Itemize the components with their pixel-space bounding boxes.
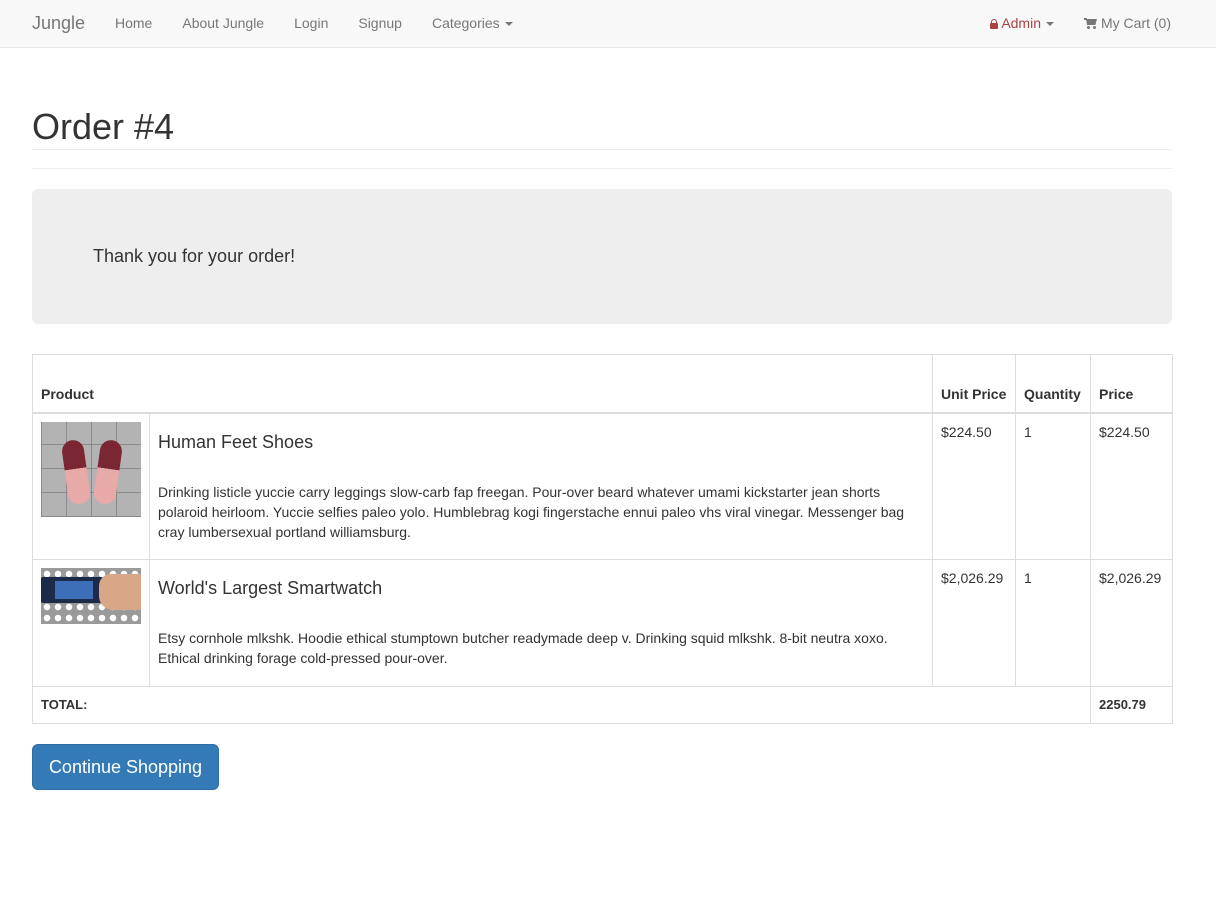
product-image-cell xyxy=(32,412,150,560)
product-image-cell xyxy=(32,559,150,687)
total-label: TOTAL: xyxy=(31,686,1092,724)
categories-label: Categories xyxy=(431,15,500,31)
thank-you-message: Thank you for your order! xyxy=(93,246,296,266)
lock-icon xyxy=(990,19,999,29)
nav-left: Home About Jungle Login Signup Categorie… xyxy=(100,0,528,48)
total-value: 2250.79 xyxy=(1090,686,1174,724)
chevron-down-icon xyxy=(1046,22,1054,27)
product-description: Drinking listicle yuccie carry leggings … xyxy=(158,483,905,540)
column-header-price: Price xyxy=(1090,354,1174,414)
total-row: TOTAL: 2250.79 xyxy=(31,686,1174,724)
nav-login-link[interactable]: Login xyxy=(279,0,343,48)
chevron-down-icon xyxy=(504,22,513,27)
page-title: Order #4 xyxy=(32,107,1172,150)
nav-signup-link[interactable]: Signup xyxy=(343,0,417,48)
column-header-unit-price: Unit Price xyxy=(932,354,1017,414)
product-name: World's Largest Smartwatch xyxy=(158,578,383,598)
quantity-cell: 1 xyxy=(1015,412,1092,560)
nav-right: Admin My Cart (0) xyxy=(975,0,1186,48)
cart-link[interactable]: My Cart (0) xyxy=(1069,0,1186,48)
cart-label: My Cart (0) xyxy=(1101,15,1171,31)
table-header-row: Product Unit Price Quantity Price xyxy=(31,354,1174,414)
shopping-cart-icon xyxy=(1084,18,1097,29)
continue-shopping-button[interactable]: Continue Shopping xyxy=(32,744,219,790)
brand-link[interactable]: Jungle xyxy=(32,13,85,34)
order-confirmation-banner: Thank you for your order! xyxy=(32,189,1172,324)
navbar: Jungle Home About Jungle Login Signup Ca… xyxy=(0,0,1216,48)
admin-dropdown[interactable]: Admin xyxy=(975,0,1069,48)
unit-price-cell: $2,026.29 xyxy=(932,559,1017,687)
product-image-smartwatch xyxy=(41,568,141,624)
column-header-quantity: Quantity xyxy=(1015,354,1092,414)
quantity-cell: 1 xyxy=(1015,559,1092,687)
nav-categories-dropdown[interactable]: Categories xyxy=(417,0,528,48)
price-cell: $224.50 xyxy=(1090,412,1174,560)
admin-label: Admin xyxy=(1001,15,1041,31)
column-header-product: Product xyxy=(31,354,934,414)
nav-about-link[interactable]: About Jungle xyxy=(167,0,279,48)
product-name: Human Feet Shoes xyxy=(158,431,314,452)
unit-price-cell: $224.50 xyxy=(932,412,1017,560)
price-cell: $2,026.29 xyxy=(1090,559,1174,687)
product-description: Etsy cornhole mlkshk. Hoodie ethical stu… xyxy=(158,630,888,666)
nav-home-link[interactable]: Home xyxy=(100,0,167,48)
product-info-cell: World's Largest Smartwatch Etsy cornhole… xyxy=(148,559,934,687)
product-info-cell: Human Feet Shoes Drinking listicle yucci… xyxy=(148,412,934,560)
page-header: Order #4 xyxy=(32,107,1172,169)
table-row: Human Feet Shoes Drinking listicle yucci… xyxy=(32,412,1174,560)
product-image-human-feet-shoes xyxy=(41,421,141,517)
order-table: Product Unit Price Quantity Price Human … xyxy=(31,354,1174,724)
table-row: World's Largest Smartwatch Etsy cornhole… xyxy=(32,559,1174,687)
